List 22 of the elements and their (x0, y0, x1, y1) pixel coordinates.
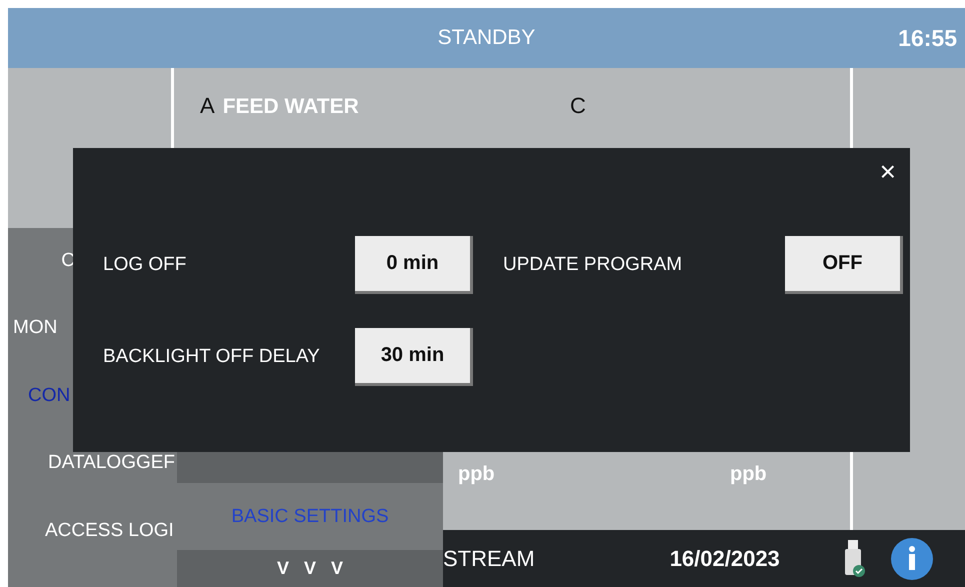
setting-label: LOG OFF (103, 254, 186, 276)
unit-label: ppb (458, 463, 495, 486)
status-title: STANDBY (438, 26, 536, 50)
setting-value-button[interactable]: 0 min (355, 236, 473, 294)
setting-value-button[interactable]: 30 min (355, 328, 473, 386)
clock-time: 16:55 (898, 24, 957, 52)
menu-item[interactable]: ACCESS LOGI (8, 520, 177, 587)
info-icon[interactable] (890, 536, 934, 580)
unit-label: ppb (730, 463, 767, 486)
menu-item[interactable]: MON (8, 317, 58, 385)
setting-label: BACKLIGHT OFF DELAY (103, 346, 320, 368)
setting-value-button[interactable]: OFF (785, 236, 903, 294)
channel-letter: C (570, 93, 586, 119)
close-button[interactable]: × (876, 158, 900, 186)
more-button[interactable]: V V V (177, 550, 443, 587)
menu-item[interactable]: CON (8, 384, 70, 452)
channel-letter: A (200, 93, 215, 119)
menu-item[interactable]: DATALOGGEF (8, 452, 177, 520)
stream-label: STREAM (443, 546, 535, 572)
date-label: 16/02/2023 (670, 546, 780, 572)
setting-label: UPDATE PROGRAM (503, 254, 682, 276)
channel-name: FEED WATER (222, 95, 359, 119)
